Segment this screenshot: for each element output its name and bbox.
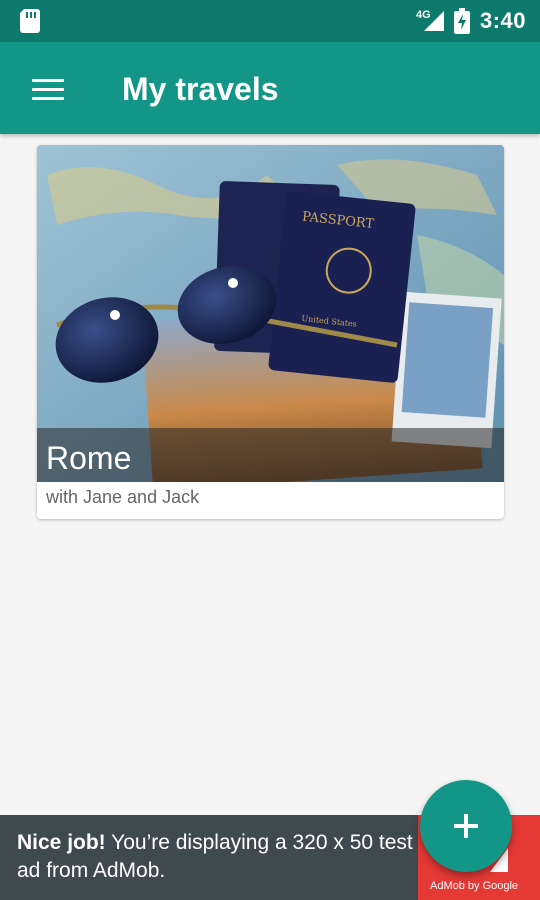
admob-badge-label: AdMob by Google bbox=[430, 880, 519, 892]
app-bar: My travels bbox=[0, 42, 540, 134]
signal-icon: 4G bbox=[416, 9, 444, 33]
travel-card-subtitle: with Jane and Jack bbox=[46, 487, 200, 507]
ad-text: Nice job! You’re displaying a 320 x 50 t… bbox=[17, 829, 417, 885]
travel-card[interactable]: PASSPORT United States Rome with Jane an… bbox=[37, 145, 504, 519]
status-time: 3:40 bbox=[479, 8, 526, 33]
status-bar: 4G 3:40 bbox=[0, 0, 540, 42]
page-title: My travels bbox=[122, 71, 279, 107]
travel-card-title: Rome bbox=[46, 440, 132, 476]
hamburger-menu-icon[interactable] bbox=[24, 66, 72, 114]
add-travel-button[interactable] bbox=[420, 780, 512, 872]
sd-card-icon bbox=[20, 9, 40, 33]
battery-charging-icon bbox=[453, 8, 470, 34]
ad-text-bold: Nice job! bbox=[17, 831, 106, 854]
